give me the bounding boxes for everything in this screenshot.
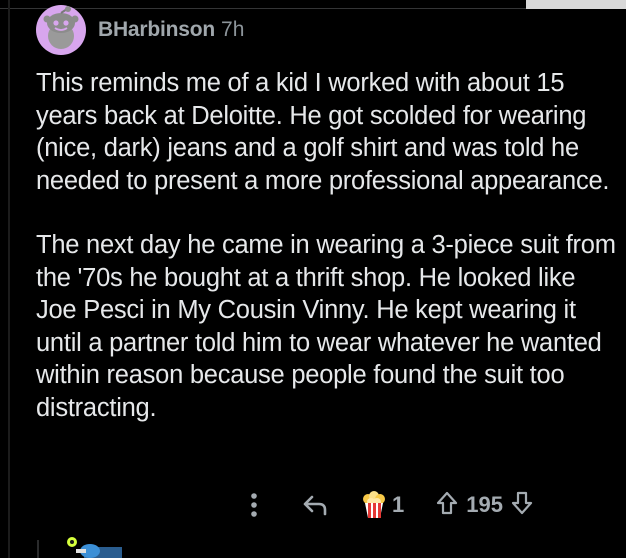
comment-actions: 1 195: [236, 485, 533, 525]
child-thread-line[interactable]: [37, 540, 39, 558]
snoo-avatar-icon: [67, 537, 122, 558]
thread-line[interactable]: [8, 0, 10, 558]
vote-controls: 195: [436, 491, 533, 520]
comment-header: BHarbinson 7h: [36, 5, 616, 55]
comment-paragraph-2: The next day he came in wearing a 3-piec…: [36, 231, 616, 422]
popcorn-icon: [363, 491, 385, 518]
avatar[interactable]: [36, 5, 86, 55]
upvote-button[interactable]: [436, 491, 458, 520]
upvote-arrow-icon: [437, 491, 458, 514]
child-comment-avatar[interactable]: [62, 537, 124, 558]
downvote-arrow-icon: [511, 491, 533, 514]
vote-score: 195: [466, 492, 503, 517]
reply-button[interactable]: [302, 494, 328, 516]
comment-age: 7h: [221, 18, 245, 41]
author-name[interactable]: BHarbinson: [98, 18, 215, 42]
snoo-avatar-icon: [43, 6, 79, 49]
vertical-dots-icon: [251, 493, 257, 517]
comment-paragraph-1: This reminds me of a kid I worked with a…: [36, 69, 610, 195]
downvote-button[interactable]: [511, 491, 533, 520]
more-options-button[interactable]: [236, 492, 272, 518]
award-button[interactable]: 1: [360, 491, 404, 519]
comment-body: This reminds me of a kid I worked with a…: [36, 67, 616, 424]
award-count: 1: [392, 492, 405, 517]
comment: BHarbinson 7h This reminds me of a kid I…: [36, 5, 616, 424]
reply-arrow-icon: [303, 495, 327, 516]
